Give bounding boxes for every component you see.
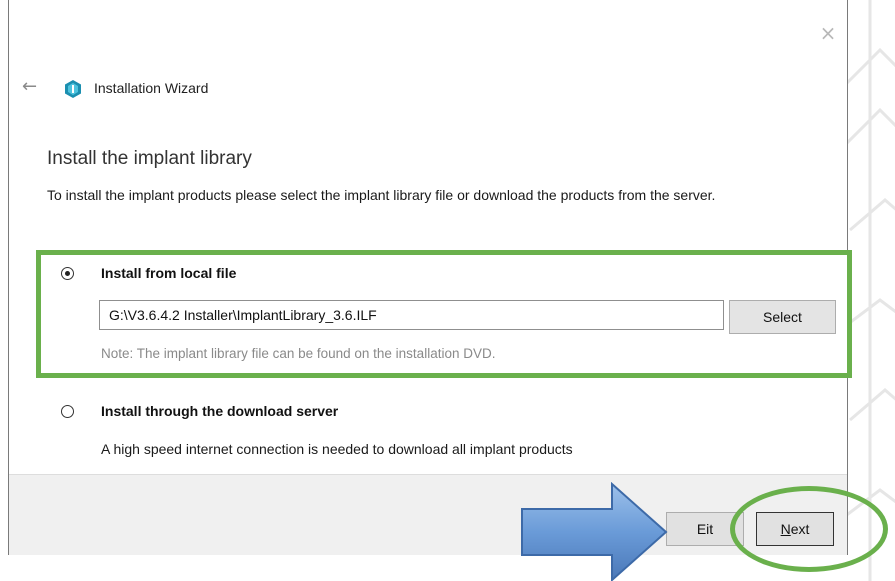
right-arrow-annotation xyxy=(521,482,668,581)
background-lattice-pattern xyxy=(840,0,895,581)
option-label-local-file[interactable]: Install from local file xyxy=(101,265,236,281)
option-label-download-server[interactable]: Install through the download server xyxy=(101,403,338,419)
installation-wizard-dialog: × ← Installation Wizard Install the impl… xyxy=(8,0,848,555)
app-logo-icon xyxy=(65,80,81,98)
exit-label-suffix: it xyxy=(706,521,714,537)
next-label-mnemonic: N xyxy=(780,521,791,537)
back-arrow-icon[interactable]: ← xyxy=(22,76,42,98)
exit-label-prefix: E xyxy=(696,521,707,537)
window-title: Installation Wizard xyxy=(94,80,209,96)
close-icon[interactable]: × xyxy=(817,22,839,44)
radio-install-local-file[interactable] xyxy=(61,267,74,280)
exit-button[interactable]: Eit xyxy=(666,512,744,546)
next-label-rest: ext xyxy=(790,521,810,537)
file-path-input[interactable] xyxy=(99,300,724,330)
page-heading: Install the implant library xyxy=(47,148,252,169)
next-button[interactable]: Next xyxy=(756,512,834,546)
select-file-button[interactable]: Select xyxy=(729,300,836,334)
page-description: To install the implant products please s… xyxy=(47,187,716,203)
radio-selected-dot xyxy=(64,270,70,276)
install-dvd-note: Note: The implant library file can be fo… xyxy=(101,346,496,361)
radio-install-download-server[interactable] xyxy=(61,405,74,418)
download-server-description: A high speed internet connection is need… xyxy=(101,441,573,457)
